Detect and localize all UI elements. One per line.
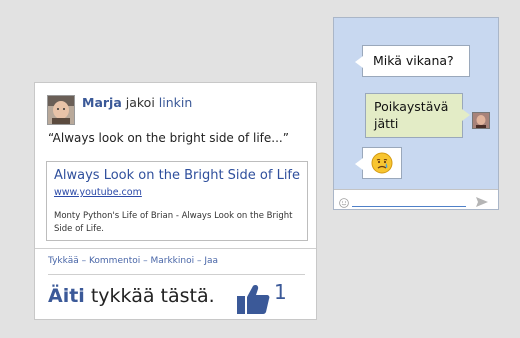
smiley-icon[interactable]	[339, 193, 349, 208]
action-separator: –	[194, 256, 205, 266]
sent-message: Poikaystävä jätti	[365, 93, 470, 138]
link-preview[interactable]: Always Look on the Bright Side of Life w…	[46, 161, 308, 241]
message-composer	[334, 189, 498, 209]
link-preview-description: Monty Python's Life of Brian - Always Lo…	[54, 211, 293, 234]
post-quote: “Always look on the bright side of life.…	[48, 131, 289, 145]
promote-action[interactable]: Markkinoi	[150, 256, 194, 266]
action-separator: –	[78, 256, 89, 266]
post-actions: Tykkää – Kommentoi – Markkinoi – Jaa	[48, 256, 218, 266]
post-header: Marja jakoi linkin	[82, 95, 192, 110]
link-preview-url[interactable]: www.youtube.com	[54, 187, 142, 198]
received-message	[355, 147, 402, 179]
crying-face-icon	[371, 152, 393, 174]
like-count: 1	[274, 280, 287, 304]
liker-name-link[interactable]: Äiti	[48, 285, 85, 307]
divider	[35, 248, 316, 249]
likes-text: tykkää tästä.	[84, 285, 215, 307]
send-icon[interactable]	[475, 193, 489, 207]
shared-post-card: Marja jakoi linkin “Always look on the b…	[34, 82, 317, 320]
author-name-link[interactable]: Marja	[82, 95, 122, 110]
share-action[interactable]: Jaa	[204, 256, 218, 266]
comment-action[interactable]: Kommentoi	[89, 256, 140, 266]
chat-window: Mikä vikana? Poikaystävä jätti	[333, 17, 499, 210]
link-preview-title[interactable]: Always Look on the Bright Side of Life	[54, 168, 300, 183]
link-word[interactable]: linkin	[159, 95, 193, 110]
thumbs-up-icon[interactable]	[236, 283, 270, 315]
like-action[interactable]: Tykkää	[48, 256, 79, 266]
action-separator: –	[140, 256, 151, 266]
shared-text: jakoi	[121, 95, 159, 110]
received-message: Mikä vikana?	[355, 45, 470, 77]
author-avatar[interactable]	[47, 95, 75, 125]
sender-avatar	[472, 112, 490, 129]
message-input[interactable]	[352, 192, 466, 207]
divider	[48, 274, 305, 275]
likes-summary: Äiti tykkää tästä.	[48, 285, 215, 307]
